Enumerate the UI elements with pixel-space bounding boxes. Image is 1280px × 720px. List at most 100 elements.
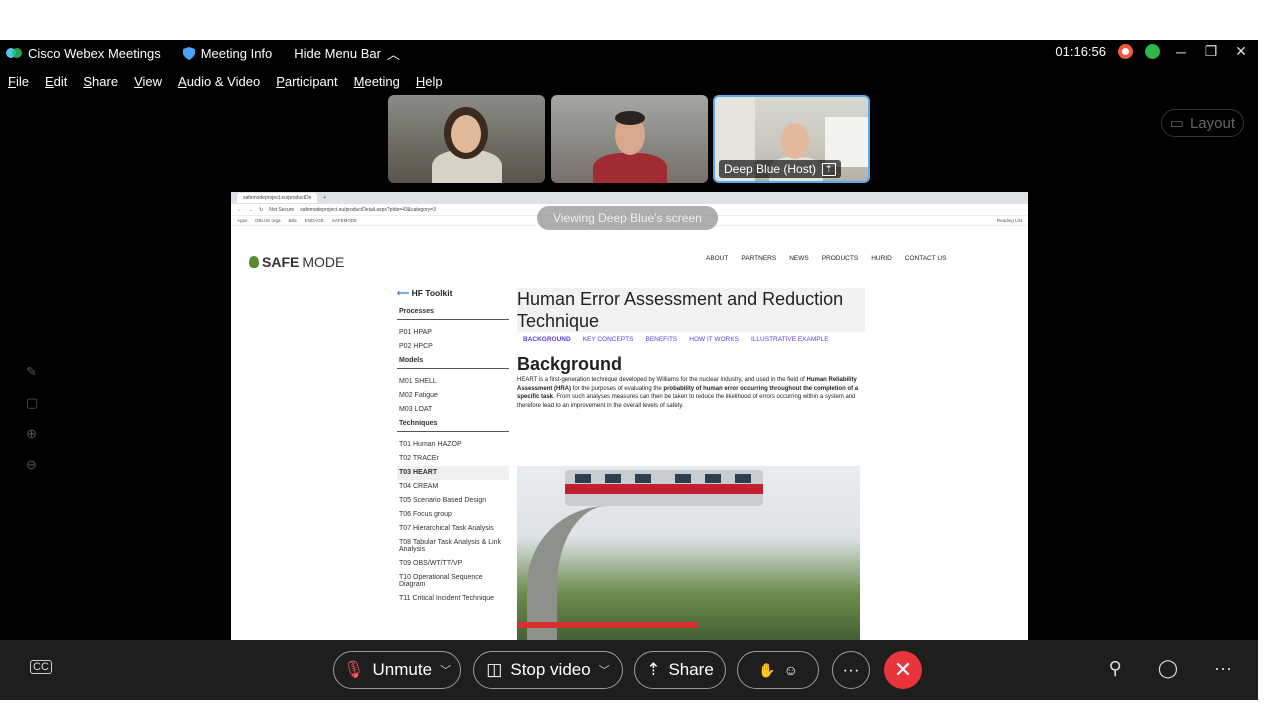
zoom-out-icon[interactable]: ⊖ <box>26 457 38 473</box>
app-title: Cisco Webex Meetings <box>28 45 161 61</box>
toolkit-nav-item[interactable]: T10 Operational Sequence Diagram <box>397 571 509 592</box>
chevron-down-icon: ﹀ <box>440 665 452 677</box>
participant-video-2[interactable] <box>551 95 708 183</box>
toolkit-nav-item[interactable]: T05 Scenario Based Design <box>397 494 509 508</box>
minimize-icon[interactable]: ─ <box>1172 44 1190 60</box>
toolkit-nav-item[interactable]: M02 Fatigue <box>397 389 509 403</box>
bookmark-endage[interactable]: ENDAGE <box>305 218 324 223</box>
recording-icon[interactable] <box>1118 44 1133 59</box>
browser-tab-strip: safemodeproject.eu/productDe + <box>231 192 1028 204</box>
participant-video-1[interactable] <box>388 95 545 183</box>
toolkit-nav-item[interactable]: T01 Human HAZOP <box>397 438 509 452</box>
safemode-logo[interactable]: SAFE MODE <box>249 254 344 270</box>
more-options-button[interactable]: ··· <box>832 651 870 689</box>
menu-meeting[interactable]: Meeting <box>354 74 400 94</box>
logo-mark-icon <box>249 256 259 268</box>
annotation-tools: ✎ ▢ ⊕ ⊖ <box>26 364 38 473</box>
participants-icon[interactable]: ⚲ <box>1109 658 1122 679</box>
bookmark-bills[interactable]: Bills <box>289 218 297 223</box>
back-arrow-icon: ⟵ <box>397 288 412 298</box>
url-field[interactable]: safemodeproject.eu/productDetail.aspx?pI… <box>300 207 436 213</box>
toolkit-nav-item[interactable]: T09 OBS/WT/TT/VP <box>397 557 509 571</box>
host-name: Deep Blue (Host) <box>724 162 817 176</box>
menu-audio-video[interactable]: Audio & Video <box>178 74 260 94</box>
network-status-icon[interactable] <box>1145 44 1160 59</box>
back-icon[interactable]: ← <box>237 207 242 213</box>
reading-list[interactable]: Reading List <box>997 218 1022 223</box>
shield-icon <box>182 46 195 60</box>
toolkit-list: Processes P01 HPAP P02 HPCP Models M01 SHELL… <box>397 305 509 606</box>
closed-captions-icon[interactable]: CC <box>30 660 52 674</box>
page-edge <box>1258 40 1280 700</box>
train-window <box>735 474 751 483</box>
new-tab-icon[interactable]: + <box>323 195 326 201</box>
nav-news[interactable]: NEWS <box>789 255 809 262</box>
toolkit-nav-item[interactable]: T04 CREAM <box>397 480 509 494</box>
bookmark-apps[interactable]: Apps <box>237 218 247 223</box>
mic-muted-icon: 🎙 <box>342 660 365 679</box>
subnav-benefits[interactable]: BENEFITS <box>645 336 677 343</box>
reload-icon[interactable]: ↻ <box>259 207 263 213</box>
toolkit-nav-item[interactable]: T02 TRACEr <box>397 452 509 466</box>
host-video[interactable]: Deep Blue (Host) ⇡ <box>713 95 870 183</box>
participant-face <box>781 123 809 159</box>
bookmark-dblue[interactable]: DBLUE orga <box>255 218 280 223</box>
subnav-how-it-works[interactable]: HOW IT WORKS <box>689 336 739 343</box>
nav-partners[interactable]: PARTNERS <box>741 255 776 262</box>
layout-button[interactable]: ▭ Layout <box>1160 109 1244 137</box>
subnav-example[interactable]: ILLUSTRATIVE EXAMPLE <box>751 336 829 343</box>
sharing-icon: ⇡ <box>822 162 836 176</box>
share-button[interactable]: ⇡ Share <box>634 651 726 689</box>
article-photo <box>517 466 860 640</box>
toolkit-nav-item[interactable]: T06 Focus group <box>397 508 509 522</box>
toolkit-title[interactable]: ⟵ HF Toolkit <box>397 288 509 299</box>
stop-video-button[interactable]: ◫ Stop video ﹀ <box>473 651 623 689</box>
more-icon: ··· <box>842 660 860 679</box>
annotate-icon[interactable]: ✎ <box>26 364 38 380</box>
forward-icon[interactable]: → <box>248 207 253 213</box>
app-menu[interactable]: Cisco Webex Meetings <box>6 46 161 61</box>
menu-file[interactable]: File <box>8 74 29 94</box>
hide-menu-bar-button[interactable]: Hide Menu Bar ︿ <box>294 44 400 63</box>
remote-control-icon[interactable]: ▢ <box>26 395 38 411</box>
restore-icon[interactable]: ❐ <box>1202 43 1220 60</box>
close-icon[interactable]: ✕ <box>1232 43 1250 60</box>
subnav-background[interactable]: BACKGROUND <box>523 336 571 343</box>
toolkit-nav-item[interactable]: T03 HEART <box>397 466 509 480</box>
browser-tab[interactable]: safemodeproject.eu/productDe <box>237 193 318 203</box>
leave-meeting-button[interactable]: ✕ <box>884 651 922 689</box>
participant-face <box>451 115 481 153</box>
shared-screen[interactable]: safemodeproject.eu/productDe + ← → ↻ Not… <box>231 192 1028 640</box>
raise-hand-button[interactable]: ✋ ☺ <box>737 651 819 689</box>
meeting-controls: CC 🎙 Unmute ﹀ ◫ Stop video ﹀ ⇡ Share ✋ ☺… <box>0 640 1258 700</box>
subnav-key-concepts[interactable]: KEY CONCEPTS <box>583 336 634 343</box>
toolkit-nav-item[interactable]: T11 Critical Incident Technique <box>397 592 509 606</box>
chat-icon[interactable]: ◯ <box>1158 658 1178 679</box>
zoom-in-icon[interactable]: ⊕ <box>26 426 38 442</box>
train-window <box>575 474 591 483</box>
participant-hair <box>615 111 645 125</box>
toolkit-nav-item[interactable]: M01 SHELL <box>397 375 509 389</box>
menu-share[interactable]: Share <box>83 74 118 94</box>
article: Human Error Assessment and Reduction Tec… <box>517 288 865 410</box>
menu-help[interactable]: Help <box>416 74 443 94</box>
hide-menu-label: Hide Menu Bar <box>294 45 381 61</box>
viewing-screen-label: Viewing Deep Blue's screen <box>537 206 718 230</box>
unmute-button[interactable]: 🎙 Unmute ﹀ <box>333 651 461 689</box>
toolkit-nav-item[interactable]: T08 Tabular Task Analysis & Link Analysi… <box>397 536 509 557</box>
more-panels-icon[interactable]: ··· <box>1214 658 1232 679</box>
camera-icon: ◫ <box>486 660 503 679</box>
menu-participant[interactable]: Participant <box>276 74 337 94</box>
bookmark-safemode[interactable]: SAFEMODE <box>332 218 357 223</box>
meeting-info-button[interactable]: Meeting Info <box>182 46 272 61</box>
nav-contact[interactable]: CONTACT US <box>905 255 947 262</box>
toolkit-nav-item[interactable]: P02 HPCP <box>397 340 509 354</box>
menu-view[interactable]: View <box>134 74 162 94</box>
toolkit-nav-item[interactable]: T07 Hierarchical Task Analysis <box>397 522 509 536</box>
toolkit-nav-item[interactable]: M03 LOAT <box>397 403 509 417</box>
toolkit-nav-item[interactable]: P01 HPAP <box>397 326 509 340</box>
nav-products[interactable]: PRODUCTS <box>822 255 858 262</box>
menu-edit[interactable]: Edit <box>45 74 67 94</box>
nav-hurid[interactable]: HURID <box>871 255 892 262</box>
nav-about[interactable]: ABOUT <box>706 255 728 262</box>
